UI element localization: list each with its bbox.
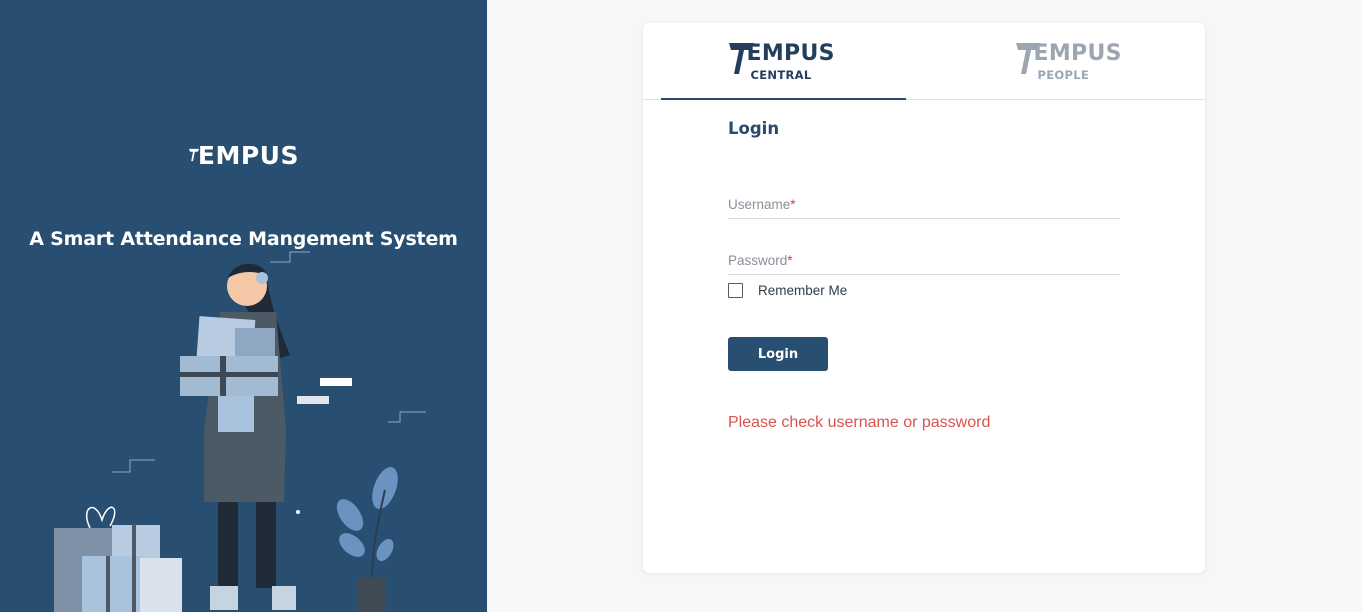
form-title: Login bbox=[728, 119, 780, 138]
tempus-central-logo: EMPUS CENTRAL bbox=[728, 37, 839, 85]
remember-me-checkbox[interactable] bbox=[728, 283, 743, 298]
tab-people-wordmark: EMPUS bbox=[1033, 41, 1122, 66]
password-input[interactable] bbox=[728, 251, 1120, 273]
scrollbar[interactable] bbox=[1362, 0, 1366, 612]
active-tab-indicator bbox=[661, 98, 906, 100]
tab-central-wordmark: EMPUS bbox=[746, 41, 835, 66]
tab-people-sub: PEOPLE bbox=[1037, 68, 1089, 82]
remember-me-label: Remember Me bbox=[758, 283, 848, 298]
username-field[interactable]: Username* bbox=[728, 195, 1120, 219]
login-form: Login Username* Password* Remember Me Lo… bbox=[728, 119, 1120, 431]
login-card: EMPUS CENTRAL EMPUS PEOPLE Login Usernam… bbox=[643, 23, 1205, 573]
app-tabs: EMPUS CENTRAL EMPUS PEOPLE bbox=[643, 23, 1205, 100]
tab-central-sub: CENTRAL bbox=[750, 68, 812, 82]
tagline: A Smart Attendance Mangement System bbox=[29, 228, 458, 250]
username-input[interactable] bbox=[728, 195, 1120, 217]
tab-tempus-central[interactable]: EMPUS CENTRAL bbox=[661, 37, 906, 99]
login-button[interactable]: Login bbox=[728, 337, 828, 371]
tab-tempus-people[interactable]: EMPUS PEOPLE bbox=[948, 37, 1193, 99]
error-message: Please check username or password bbox=[728, 414, 991, 431]
logo-wordmark: EMPUS bbox=[197, 140, 299, 170]
tempus-people-logo: EMPUS PEOPLE bbox=[1015, 37, 1126, 85]
woman-with-gifts-illustration bbox=[54, 251, 426, 612]
tempus-logo: EMPUS bbox=[189, 136, 299, 174]
remember-me[interactable]: Remember Me bbox=[728, 283, 847, 298]
brand-panel: EMPUS A Smart Attendance Mangement Syste… bbox=[0, 0, 487, 612]
password-field[interactable]: Password* bbox=[728, 251, 1120, 275]
